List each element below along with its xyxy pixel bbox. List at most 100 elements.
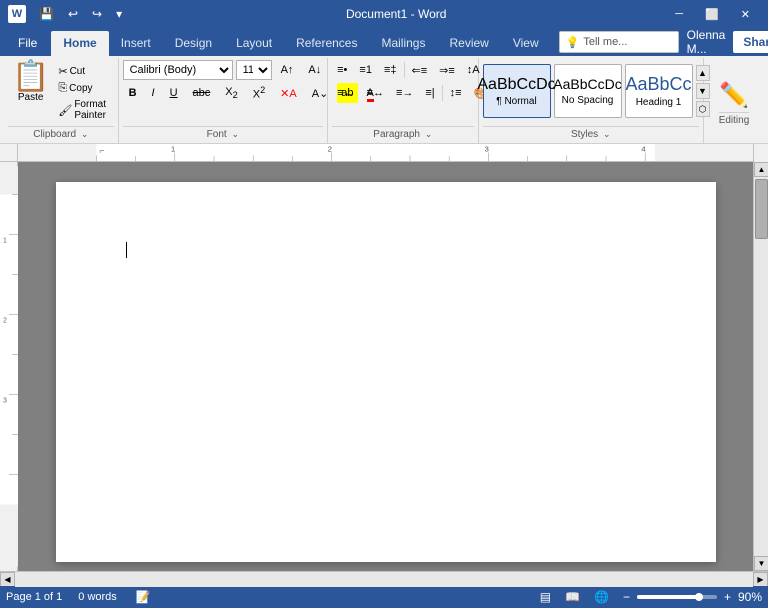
- tab-references[interactable]: References: [284, 31, 369, 56]
- svg-text:1: 1: [3, 238, 7, 245]
- tab-review[interactable]: Review: [437, 31, 500, 56]
- word-icon: W: [8, 5, 26, 23]
- zoom-thumb[interactable]: [695, 593, 703, 601]
- font-expand-icon[interactable]: ⌄: [231, 129, 239, 139]
- bold-button[interactable]: B: [123, 83, 143, 103]
- status-bar-left: Page 1 of 1 0 words 📝: [6, 590, 154, 604]
- underline-button[interactable]: U: [164, 83, 184, 103]
- clear-format-button[interactable]: ✕A: [274, 83, 303, 103]
- cut-button[interactable]: ✂ Cut: [55, 64, 113, 79]
- shrink-font-button[interactable]: A↓: [302, 60, 327, 80]
- zoom-level[interactable]: 90%: [738, 590, 762, 604]
- numbering-button[interactable]: ≡1: [354, 60, 377, 80]
- para-divider2: [442, 85, 443, 101]
- word-count[interactable]: 0 words: [78, 591, 117, 603]
- scroll-thumb[interactable]: [755, 179, 768, 239]
- page-indicator[interactable]: Page 1 of 1: [6, 591, 62, 603]
- svg-text:4: 4: [641, 145, 646, 154]
- view-normal-btn[interactable]: ▤: [537, 590, 554, 604]
- zoom-in-btn[interactable]: +: [721, 590, 734, 604]
- tab-design[interactable]: Design: [163, 31, 224, 56]
- copy-button[interactable]: ⎘ Copy: [55, 81, 113, 96]
- vertical-ruler: 1 2 3: [0, 162, 18, 571]
- tell-me-text: Tell me...: [583, 36, 627, 48]
- styles-label: Styles ⌄: [483, 126, 699, 143]
- style-normal-item[interactable]: AaBbCcDc ¶ Normal: [483, 64, 551, 118]
- bullets-button[interactable]: ≡•: [332, 60, 352, 80]
- qat-dropdown-btn[interactable]: ▾: [111, 5, 127, 23]
- grow-font-button[interactable]: A↑: [275, 60, 300, 80]
- restore-btn[interactable]: ⬜: [695, 0, 729, 28]
- subscript-button[interactable]: X2: [219, 83, 243, 103]
- share-button[interactable]: Share: [733, 31, 768, 53]
- user-area: Olenna M... Share: [687, 28, 768, 56]
- font-group: Calibri (Body) 11 A↑ A↓ B I U abc X2 X2 …: [119, 58, 329, 143]
- copy-label: Copy: [69, 83, 92, 94]
- tell-me-input[interactable]: 💡 Tell me...: [559, 31, 679, 53]
- tab-insert[interactable]: Insert: [109, 31, 163, 56]
- style-nospacing-preview: AaBbCcDc: [553, 76, 621, 93]
- strikethrough-button[interactable]: abc: [187, 83, 217, 103]
- scroll-down-btn[interactable]: ▼: [754, 556, 768, 571]
- ribbon-tabs: File Home Insert Design Layout Reference…: [0, 28, 768, 56]
- style-heading1-label: Heading 1: [636, 97, 682, 108]
- tab-home[interactable]: Home: [51, 31, 108, 56]
- ruler-container: 1 2 3 4 ⌐: [0, 144, 768, 162]
- view-read-btn[interactable]: 📖: [562, 590, 583, 604]
- document-area: [18, 162, 753, 571]
- style-nospacing-item[interactable]: AaBbCcDc No Spacing: [554, 64, 622, 118]
- save-qat-btn[interactable]: 💾: [34, 5, 59, 23]
- font-name-row: Calibri (Body) 11 A↑ A↓: [123, 60, 328, 80]
- ruler-corner: [0, 144, 18, 162]
- styles-group: AaBbCcDc ¶ Normal AaBbCcDc No Spacing Aa…: [479, 58, 704, 143]
- zoom-slider[interactable]: [637, 595, 717, 599]
- close-btn[interactable]: ✕: [731, 0, 760, 28]
- scroll-right-btn[interactable]: ▶: [753, 572, 768, 587]
- proofing-button[interactable]: 📝: [133, 590, 154, 604]
- undo-qat-btn[interactable]: ↩: [63, 5, 83, 23]
- ribbon-content: 📋 Paste ✂ Cut ⎘ Copy 🖌 Format Painter C: [0, 56, 768, 144]
- line-spacing-button[interactable]: ↕≡: [445, 83, 467, 103]
- format-painter-button[interactable]: 🖌 Format Painter: [55, 98, 113, 122]
- document-page[interactable]: [56, 182, 716, 562]
- increase-indent-button[interactable]: ⇒≡: [434, 60, 460, 80]
- paragraph-label: Paragraph ⌄: [332, 126, 473, 143]
- paragraph-expand-icon[interactable]: ⌄: [425, 129, 433, 139]
- style-normal-preview: AaBbCcDc: [477, 75, 555, 94]
- font-size-select[interactable]: 11: [236, 60, 272, 80]
- align-center-button[interactable]: ≡↔: [362, 83, 389, 103]
- zoom-bar: − + 90%: [620, 590, 762, 604]
- vertical-scrollbar: ▲ ▼: [753, 162, 768, 571]
- scroll-left-btn[interactable]: ◀: [0, 572, 15, 587]
- paste-button[interactable]: 📋 Paste: [8, 60, 53, 105]
- tab-file[interactable]: File: [4, 31, 51, 56]
- clipboard-expand-icon[interactable]: ⌄: [81, 129, 89, 139]
- status-bar-right: ▤ 📖 🌐 − + 90%: [537, 590, 762, 604]
- paragraph-group: ≡• ≡1 ≡‡ ⇐≡ ⇒≡ ↕A ¶ ≡← ≡↔ ≡→ ≡| ↕≡ 🎨 ⊞ P: [328, 58, 478, 143]
- minimize-btn[interactable]: ─: [665, 0, 693, 28]
- cut-label: Cut: [70, 66, 86, 77]
- style-heading1-item[interactable]: AaBbCc Heading 1: [625, 64, 693, 118]
- justify-button[interactable]: ≡|: [420, 83, 439, 103]
- zoom-out-btn[interactable]: −: [620, 590, 633, 604]
- multilevel-button[interactable]: ≡‡: [379, 60, 402, 80]
- format-painter-label: Format Painter: [74, 99, 110, 121]
- clipboard-group-top: 📋 Paste ✂ Cut ⎘ Copy 🖌 Format Painter: [8, 60, 114, 124]
- lightbulb-icon: 💡: [566, 36, 580, 49]
- align-right-button[interactable]: ≡→: [391, 83, 418, 103]
- font-name-select[interactable]: Calibri (Body): [123, 60, 233, 80]
- tab-view[interactable]: View: [501, 31, 551, 56]
- italic-button[interactable]: I: [146, 83, 161, 103]
- scroll-up-btn[interactable]: ▲: [754, 162, 768, 177]
- tab-layout[interactable]: Layout: [224, 31, 284, 56]
- redo-qat-btn[interactable]: ↪: [87, 5, 107, 23]
- user-name[interactable]: Olenna M...: [687, 28, 726, 56]
- superscript-button[interactable]: X2: [247, 83, 271, 103]
- zoom-fill: [637, 595, 697, 599]
- view-web-btn[interactable]: 🌐: [591, 590, 612, 604]
- tab-mailings[interactable]: Mailings: [369, 31, 437, 56]
- styles-expand-icon[interactable]: ⌄: [603, 129, 611, 139]
- align-left-button[interactable]: ≡←: [332, 83, 359, 103]
- editing-label: Editing: [719, 112, 750, 129]
- decrease-indent-button[interactable]: ⇐≡: [407, 60, 433, 80]
